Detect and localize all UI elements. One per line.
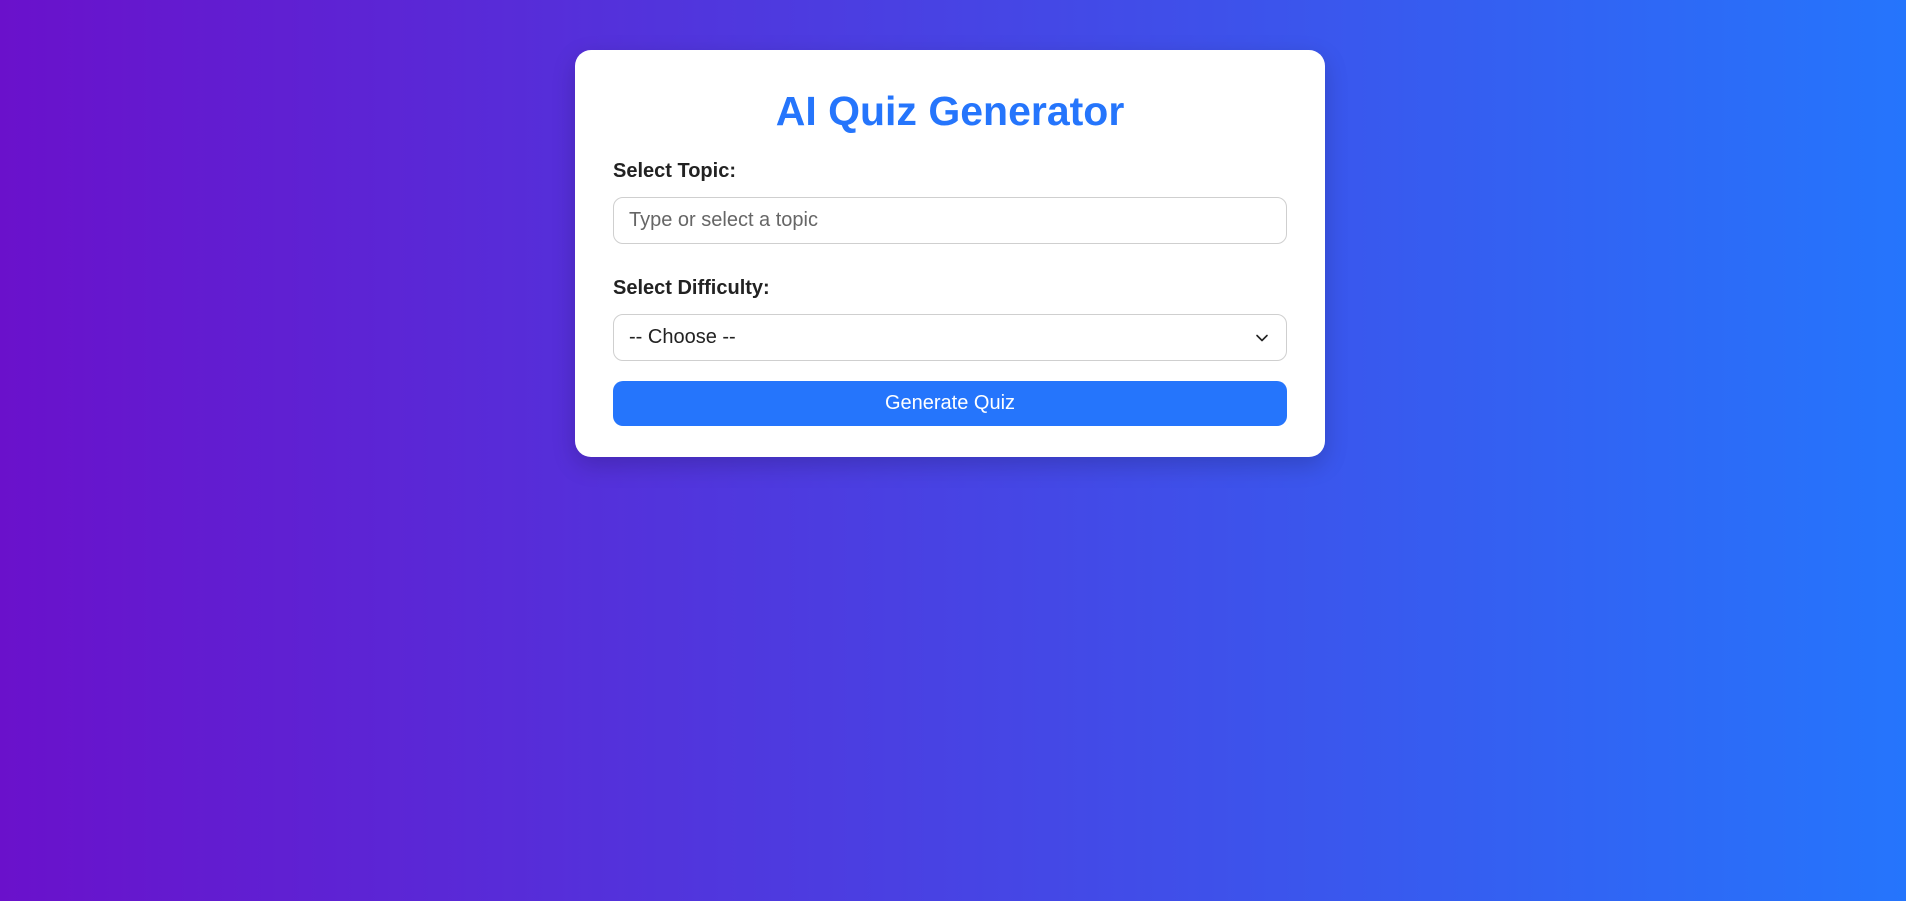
topic-label: Select Topic: (613, 160, 736, 182)
chevron-down-icon (1256, 334, 1268, 342)
quiz-generator-card: AI Quiz Generator Select Topic: Select D… (575, 50, 1325, 457)
topic-input[interactable] (613, 197, 1287, 244)
page-title: AI Quiz Generator (775, 88, 1125, 134)
difficulty-select[interactable]: -- Choose -- (613, 314, 1287, 361)
difficulty-select-value[interactable]: -- Choose -- (613, 314, 1287, 361)
generate-quiz-button[interactable]: Generate Quiz (613, 381, 1287, 426)
difficulty-label: Select Difficulty: (613, 277, 770, 299)
